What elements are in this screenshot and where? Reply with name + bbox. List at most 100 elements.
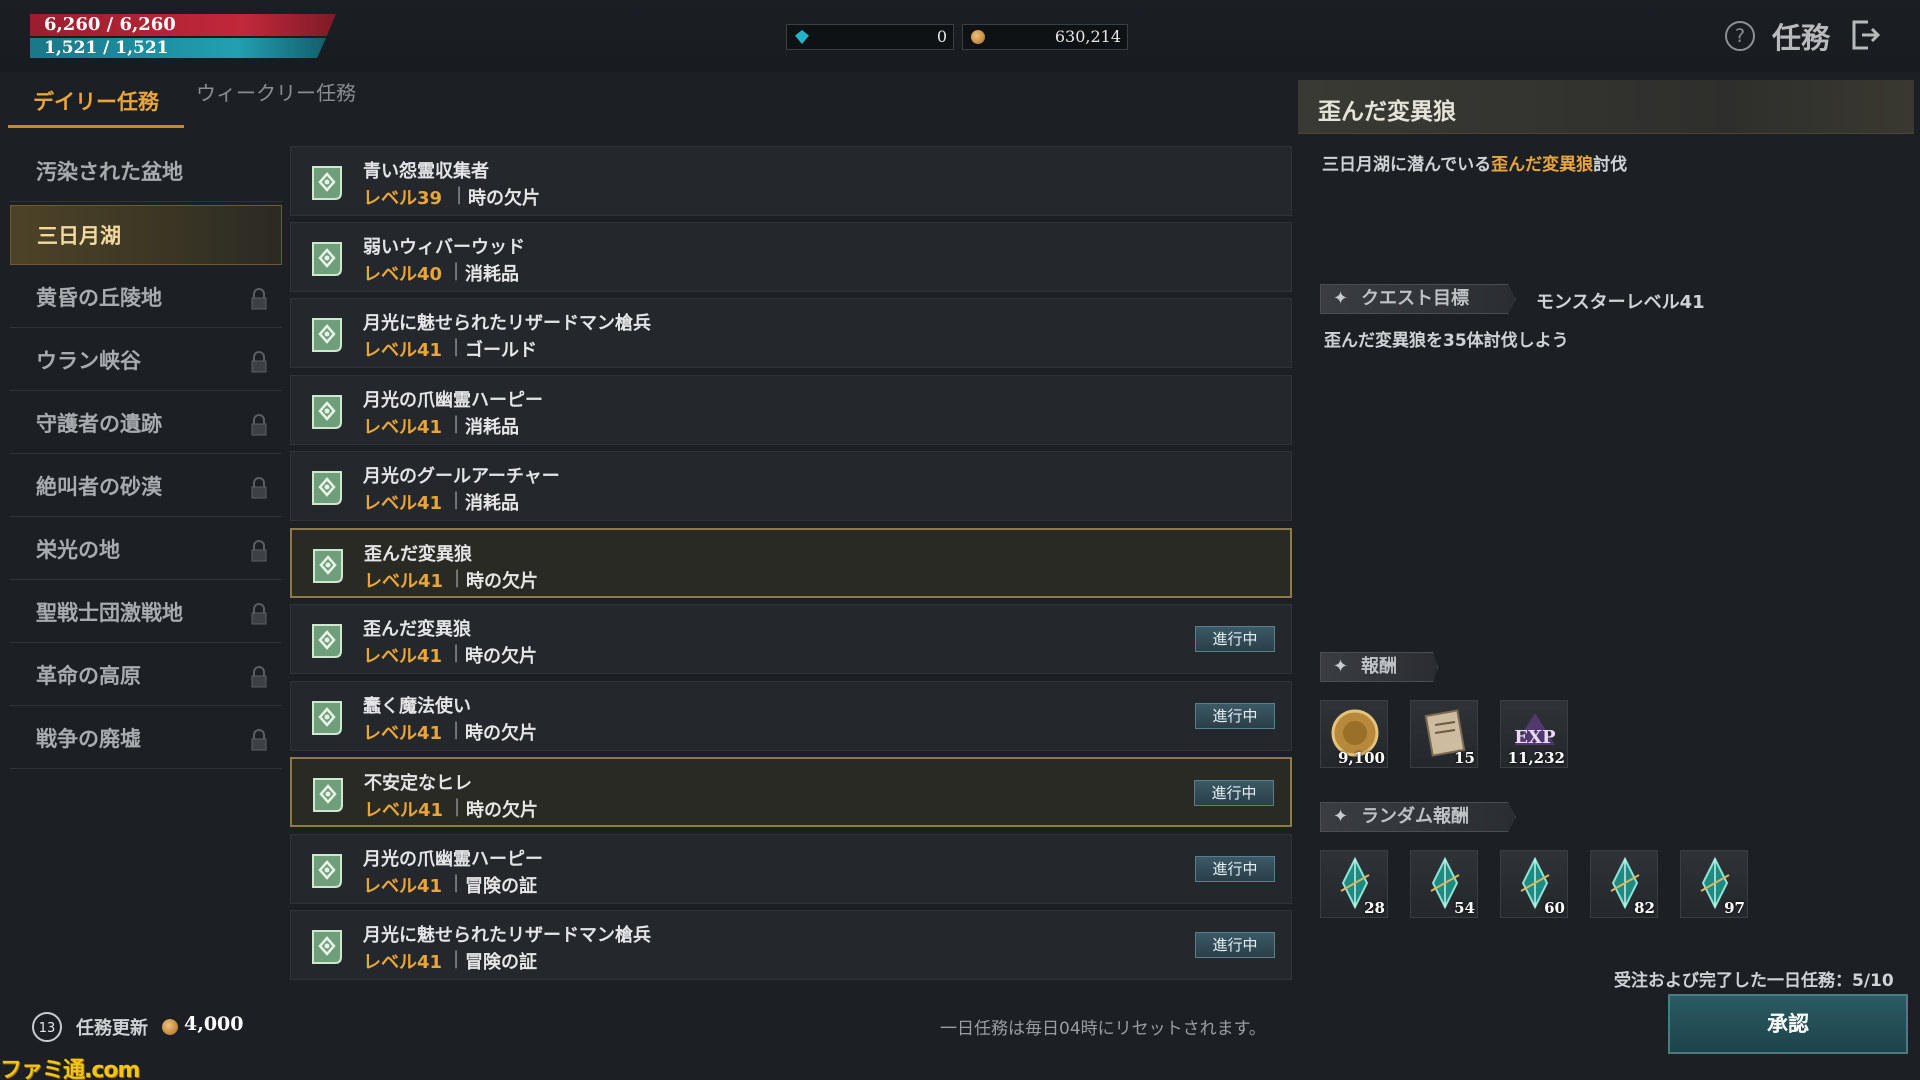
quest-reward-type: 時の欠片 [466,571,538,592]
quest-row[interactable]: 月光に魅せられたリザードマン槍兵 レベル41 | ゴールド [290,298,1292,368]
quest-scroll-icon [312,471,342,505]
detail-title: 歪んだ変異狼 [1318,99,1456,125]
reward-slot[interactable]: 9,100 [1320,700,1388,768]
random-rewards-label: ランダム報酬 [1361,806,1469,827]
quest-reward-type: 消耗品 [465,417,519,438]
quest-row[interactable]: 月光の爪幽霊ハーピー レベル41 | 消耗品 [290,375,1292,445]
rewards-tag: ✦ 報酬 [1320,652,1438,682]
quest-scroll-icon [312,166,342,200]
quest-name: 青い怨霊収集者 [363,161,489,182]
tab-weekly[interactable]: ウィークリー任務 [186,82,366,104]
region-item[interactable]: 絶叫者の砂漠 [10,457,282,517]
quest-name: 月光のグールアーチャー [363,466,560,487]
region-item[interactable]: 三日月湖 [10,205,282,265]
quest-reward-type: 時の欠片 [468,188,540,209]
status-badge: 進行中 [1195,626,1275,652]
region-item[interactable]: 黄昏の丘陵地 [10,268,282,328]
separator: | [453,336,460,357]
region-item[interactable]: 聖戦士団激戦地 [10,583,282,643]
region-item[interactable]: 守護者の遺跡 [10,394,282,454]
quest-name: 不安定なヒレ [364,773,472,794]
reward-count: 9,100 [1338,749,1385,767]
quest-reward-type: 冒険の証 [465,952,537,973]
lock-icon [251,603,267,625]
reward-count: 11,232 [1507,749,1565,767]
reward-count: 97 [1724,899,1745,917]
tab-daily[interactable]: デイリー任務 [8,91,184,128]
quest-row[interactable]: 歪んだ変異狼 レベル41 | 時の欠片 [290,528,1292,598]
random-reward-slot[interactable]: 54 [1410,850,1478,918]
reward-slot[interactable]: 15 [1410,700,1478,768]
quest-reward-type: 時の欠片 [466,800,538,821]
quest-description: 三日月湖に潜んでいる歪んだ変異狼討伐 [1322,150,1627,175]
random-reward-slot[interactable]: 60 [1500,850,1568,918]
quest-row[interactable]: 不安定なヒレ レベル41 | 時の欠片 進行中 [290,757,1292,827]
objective-tag: ✦ クエスト目標 [1320,284,1516,314]
quest-row[interactable]: 月光に魅せられたリザードマン槍兵 レベル41 | 冒険の証 進行中 [290,910,1292,980]
region-name: 聖戦士団激戦地 [36,601,183,625]
gem-currency: 0 [786,24,954,50]
quest-reward-type: 冒険の証 [465,876,537,897]
region-name: 汚染された盆地 [36,160,183,184]
reward-count: 54 [1454,899,1475,917]
reset-note: 一日任務は毎日04時にリセットされます。 [940,1019,1266,1039]
plus-icon: ✦ [1333,656,1349,677]
monster-level: モンスターレベル41 [1536,292,1705,313]
quest-level: レベル41 [363,723,443,744]
region-name: 黄昏の丘陵地 [36,286,162,310]
refresh-icon[interactable]: 13 [30,1010,64,1044]
quest-row[interactable]: 月光の爪幽霊ハーピー レベル41 | 冒険の証 進行中 [290,834,1292,904]
quest-row[interactable]: 弱いウィバーウッド レベル40 | 消耗品 [290,222,1292,292]
quest-scroll-icon [312,854,342,888]
separator: | [454,796,461,817]
separator: | [453,948,460,969]
watermark-logo: ファミ通.com [0,1058,140,1080]
quest-reward-type: 時の欠片 [465,646,537,667]
approve-button[interactable]: 承認 [1668,994,1908,1054]
rewards-label: 報酬 [1361,656,1397,677]
quest-level: レベル41 [364,571,444,592]
random-reward-slot[interactable]: 28 [1320,850,1388,918]
random-reward-slot[interactable]: 82 [1590,850,1658,918]
lock-icon [251,414,267,436]
region-item[interactable]: 栄光の地 [10,520,282,580]
refresh-label[interactable]: 任務更新 [76,1014,148,1040]
quest-scroll-icon [312,242,342,276]
quest-level: レベル41 [363,952,443,973]
quest-row[interactable]: 歪んだ変異狼 レベル41 | 時の欠片 進行中 [290,604,1292,674]
quest-reward-type: 時の欠片 [465,723,537,744]
top-bar [0,0,1920,72]
separator: | [453,489,460,510]
quest-level: レベル41 [363,876,443,897]
gold-coin-icon [162,1019,178,1035]
mp-value: 1,521 / 1,521 [44,38,169,58]
quest-name: 弱いウィバーウッド [363,237,525,258]
help-icon[interactable]: ? [1725,21,1755,51]
quest-scroll-icon [313,778,343,812]
reward-count: 60 [1544,899,1565,917]
random-reward-slot[interactable]: 97 [1680,850,1748,918]
separator: | [454,567,461,588]
region-item[interactable]: ウラン峡谷 [10,331,282,391]
gem-icon [795,30,809,44]
region-item[interactable]: 革命の高原 [10,646,282,706]
separator: | [453,872,460,893]
region-item[interactable]: 戦争の廃墟 [10,709,282,769]
quest-name: 蠢く魔法使い [363,696,471,717]
mp-bar: 1,521 / 1,521 [30,38,326,58]
reward-count: 15 [1454,749,1475,767]
desc-target: 歪んだ変異狼 [1491,155,1594,175]
quest-row[interactable]: 青い怨霊収集者 レベル39 | 時の欠片 [290,146,1292,216]
page-title: 任務 [1772,21,1831,55]
quest-name: 歪んだ変異狼 [364,544,472,565]
region-item[interactable]: 汚染された盆地 [10,142,282,202]
reward-slot[interactable]: EXP 11,232 [1500,700,1568,768]
lock-icon [251,729,267,751]
quest-name: 月光に魅せられたリザードマン槍兵 [363,313,651,334]
quest-reward-type: 消耗品 [465,264,519,285]
status-badge: 進行中 [1195,703,1275,729]
exit-icon[interactable] [1850,18,1882,52]
reward-count: 28 [1364,899,1385,917]
quest-row[interactable]: 月光のグールアーチャー レベル41 | 消耗品 [290,451,1292,521]
quest-row[interactable]: 蠢く魔法使い レベル41 | 時の欠片 進行中 [290,681,1292,751]
